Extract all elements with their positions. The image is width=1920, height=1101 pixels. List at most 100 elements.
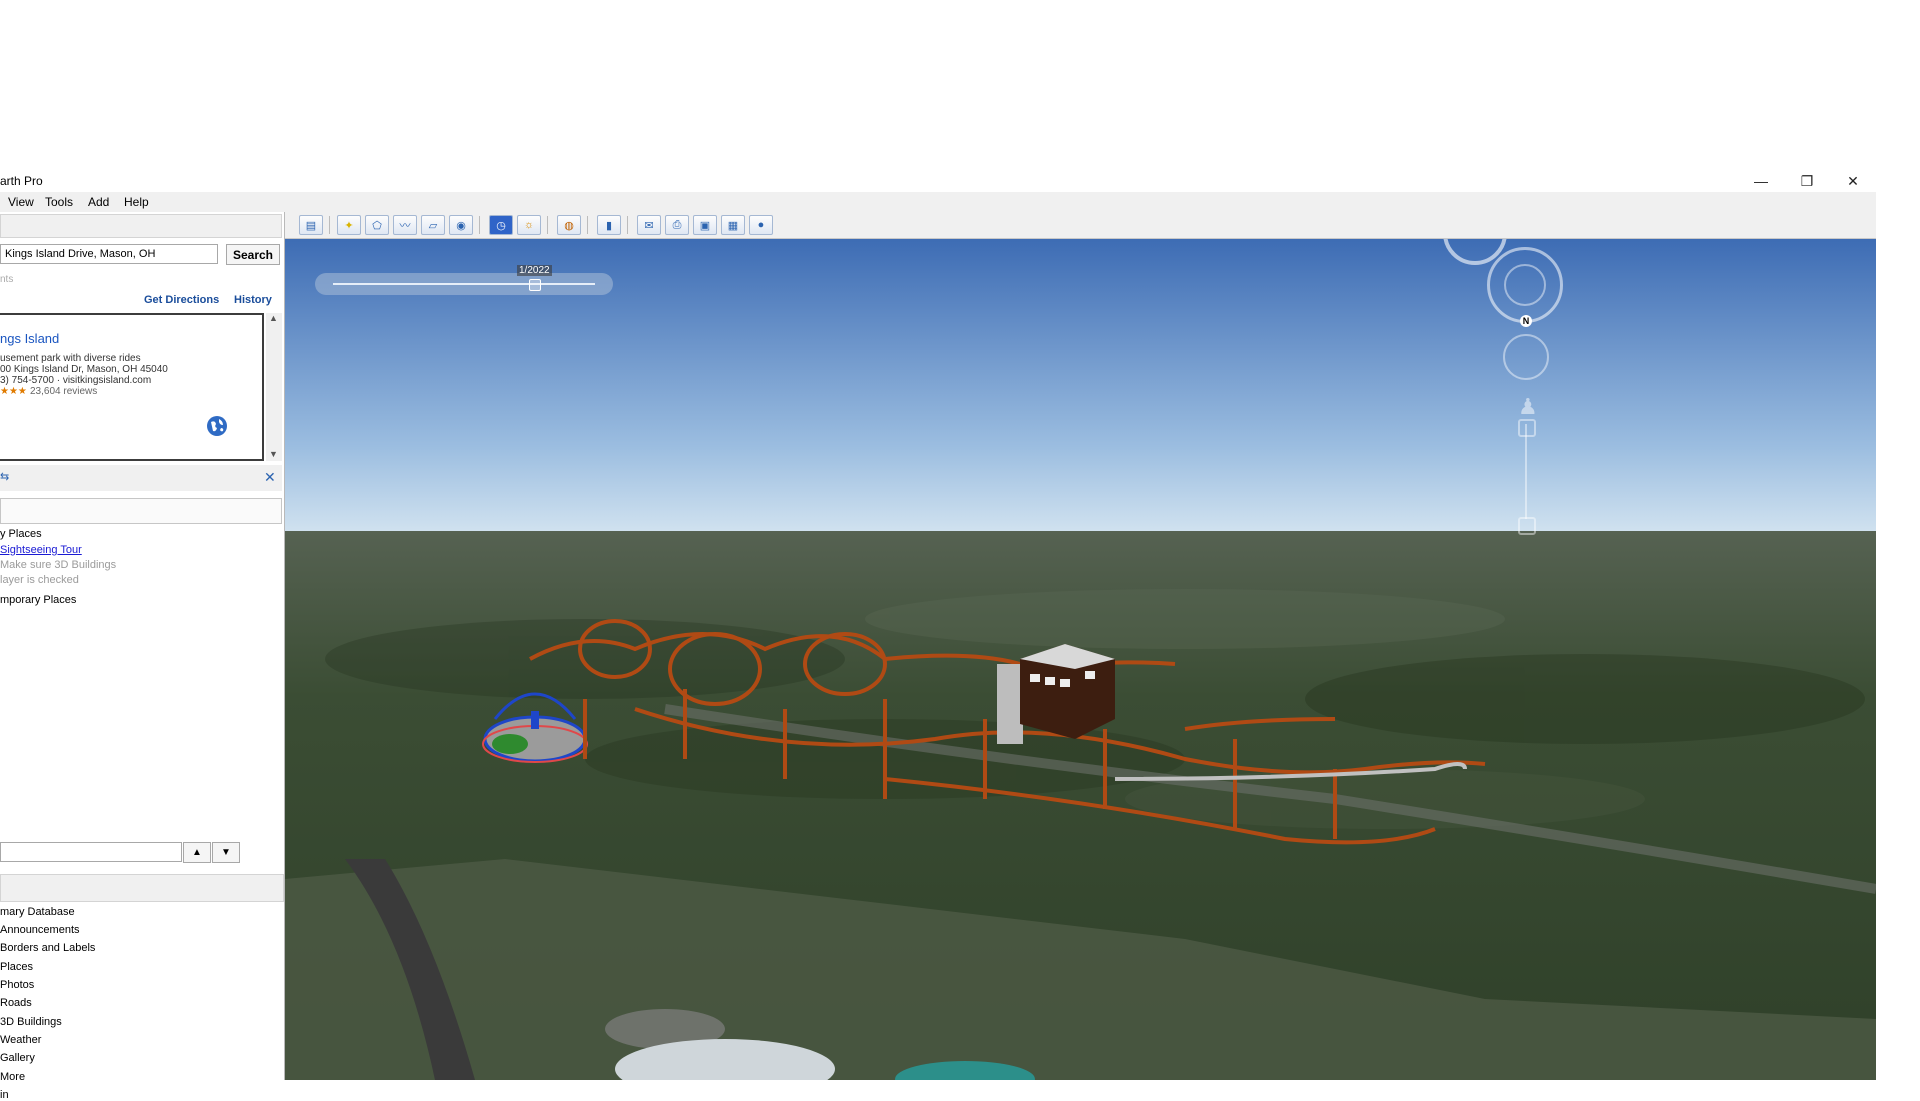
street-view-pegman-icon[interactable]: ♟ [1518, 394, 1538, 420]
tour-note-line2: layer is checked [0, 574, 79, 586]
toolbar-separator [329, 216, 330, 234]
historical-imagery-button[interactable]: ◷ [489, 215, 513, 235]
zoom-in-button[interactable] [1518, 419, 1536, 437]
layer-weather[interactable]: Weather [0, 1034, 41, 1046]
layer-borders-labels[interactable]: Borders and Labels [0, 942, 95, 954]
temporary-places-folder[interactable]: mporary Places [0, 594, 76, 606]
history-link[interactable]: History [234, 294, 272, 306]
window-title: arth Pro [0, 174, 43, 188]
move-up-button[interactable]: ▲ [183, 842, 211, 863]
close-button[interactable]: ✕ [1830, 170, 1876, 192]
layer-more[interactable]: More [0, 1071, 25, 1083]
search-button[interactable]: Search [226, 244, 280, 265]
result-phone-web: 3) 754-5700 · visitkingsisland.com [0, 375, 152, 386]
view-in-maps-button[interactable]: ● [749, 215, 773, 235]
movie-icon: ▦ [727, 219, 739, 232]
layer-gallery[interactable]: Gallery [0, 1052, 35, 1064]
toolbar: ▤ ✦ ⬠ 〰 ▱ ◉ ◷ ☼ ◍ ▮ ✉ ⎙ ▣ ▦ ● [285, 212, 1876, 239]
save-image-button[interactable]: ▣ [693, 215, 717, 235]
record-movie-button[interactable]: ▦ [721, 215, 745, 235]
result-title[interactable]: ngs Island [0, 331, 59, 346]
my-places-folder[interactable]: y Places [0, 528, 42, 540]
email-icon: ✉ [644, 219, 654, 232]
overlay-icon: ▱ [428, 219, 438, 232]
save-image-icon: ▣ [699, 219, 711, 232]
polygon-icon: ⬠ [372, 219, 382, 232]
placemark-icon: ✦ [344, 219, 354, 232]
layers-panel-header[interactable] [0, 874, 284, 902]
layer-photos[interactable]: Photos [0, 979, 34, 991]
clock-icon: ◷ [496, 219, 506, 232]
zoom-slider[interactable] [1525, 424, 1527, 519]
menu-help[interactable]: Help [124, 195, 149, 209]
search-results: ngs Island usement park with diverse rid… [0, 313, 264, 461]
print-button[interactable]: ⎙ [665, 215, 689, 235]
sidebar-toggle-button[interactable]: ▤ [299, 215, 323, 235]
places-toolbar [0, 498, 282, 524]
rating-reviews[interactable]: 23,604 reviews [30, 386, 97, 397]
close-icon[interactable]: ✕ [264, 469, 276, 486]
path-icon: 〰 [399, 220, 411, 232]
layer-places[interactable]: Places [0, 961, 33, 973]
menu-add[interactable]: Add [88, 195, 109, 209]
get-directions-link[interactable]: Get Directions [144, 294, 219, 306]
layer-terrain[interactable]: in [0, 1089, 9, 1101]
layer-primary-database[interactable]: mary Database [0, 906, 75, 918]
compass-ring[interactable] [1487, 247, 1563, 323]
time-slider[interactable] [315, 273, 613, 295]
sunlight-button[interactable]: ☼ [517, 215, 541, 235]
search-hint: nts [0, 274, 14, 285]
menu-view[interactable]: View [8, 195, 34, 209]
add-placemark-button[interactable]: ✦ [337, 215, 361, 235]
add-path-button[interactable]: 〰 [393, 215, 417, 235]
minimize-button[interactable]: — [1738, 170, 1784, 192]
zoom-out-button[interactable] [1518, 517, 1536, 535]
arrow-down-icon: ▼ [221, 847, 231, 858]
layer-roads[interactable]: Roads [0, 997, 32, 1009]
earth-scene [285, 239, 1876, 1080]
switch-planet-button[interactable]: ◍ [557, 215, 581, 235]
toolbar-separator [547, 216, 548, 234]
title-bar: arth Pro — ❐ ✕ [0, 170, 1876, 192]
menu-tools[interactable]: Tools [45, 195, 73, 209]
menu-bar: View Tools Add Help [0, 192, 1876, 213]
places-search-input[interactable] [0, 842, 182, 862]
globe-icon[interactable] [206, 415, 228, 437]
time-label: 1/2022 [517, 265, 552, 276]
add-polygon-button[interactable]: ⬠ [365, 215, 389, 235]
email-button[interactable]: ✉ [637, 215, 661, 235]
toolbar-separator [627, 216, 628, 234]
scroll-up-icon[interactable]: ▲ [269, 313, 278, 323]
print-icon: ⎙ [672, 218, 682, 231]
search-panel-header[interactable] [0, 214, 282, 238]
sightseeing-tour-link[interactable]: Sightseeing Tour [0, 544, 82, 556]
search-input[interactable] [0, 244, 218, 264]
add-overlay-button[interactable]: ▱ [421, 215, 445, 235]
compass-inner[interactable] [1504, 264, 1546, 306]
layer-3d-buildings[interactable]: 3D Buildings [0, 1016, 62, 1028]
toolbar-separator [479, 216, 480, 234]
arrow-up-icon: ▲ [192, 847, 202, 858]
layer-announcements[interactable]: Announcements [0, 924, 80, 936]
places-icon: ⇆ [0, 471, 10, 483]
result-address: 00 Kings Island Dr, Mason, OH 45040 [0, 364, 168, 375]
record-tour-icon: ◉ [456, 219, 466, 232]
map-viewport[interactable]: 1/2022 N ♟ [285, 239, 1876, 1080]
sidebar: Search nts Get Directions History ngs Is… [0, 212, 285, 1101]
ruler-icon: ▮ [605, 219, 613, 232]
compass-north-label[interactable]: N [1520, 315, 1532, 327]
time-slider-handle[interactable] [529, 279, 541, 291]
planet-icon: ◍ [564, 219, 574, 232]
time-slider-track [333, 283, 595, 285]
earth-icon: ● [757, 219, 765, 231]
places-panel-header: ⇆ ✕ [0, 465, 282, 491]
tour-note-line1: Make sure 3D Buildings [0, 559, 117, 571]
results-scrollbar[interactable]: ▲ ▼ [266, 313, 282, 461]
ruler-button[interactable]: ▮ [597, 215, 621, 235]
move-down-button[interactable]: ▼ [212, 842, 240, 863]
record-tour-button[interactable]: ◉ [449, 215, 473, 235]
look-joystick[interactable] [1503, 334, 1549, 380]
rating-stars: ★★★ [0, 386, 27, 397]
restore-button[interactable]: ❐ [1784, 170, 1830, 192]
scroll-down-icon[interactable]: ▼ [269, 449, 278, 459]
